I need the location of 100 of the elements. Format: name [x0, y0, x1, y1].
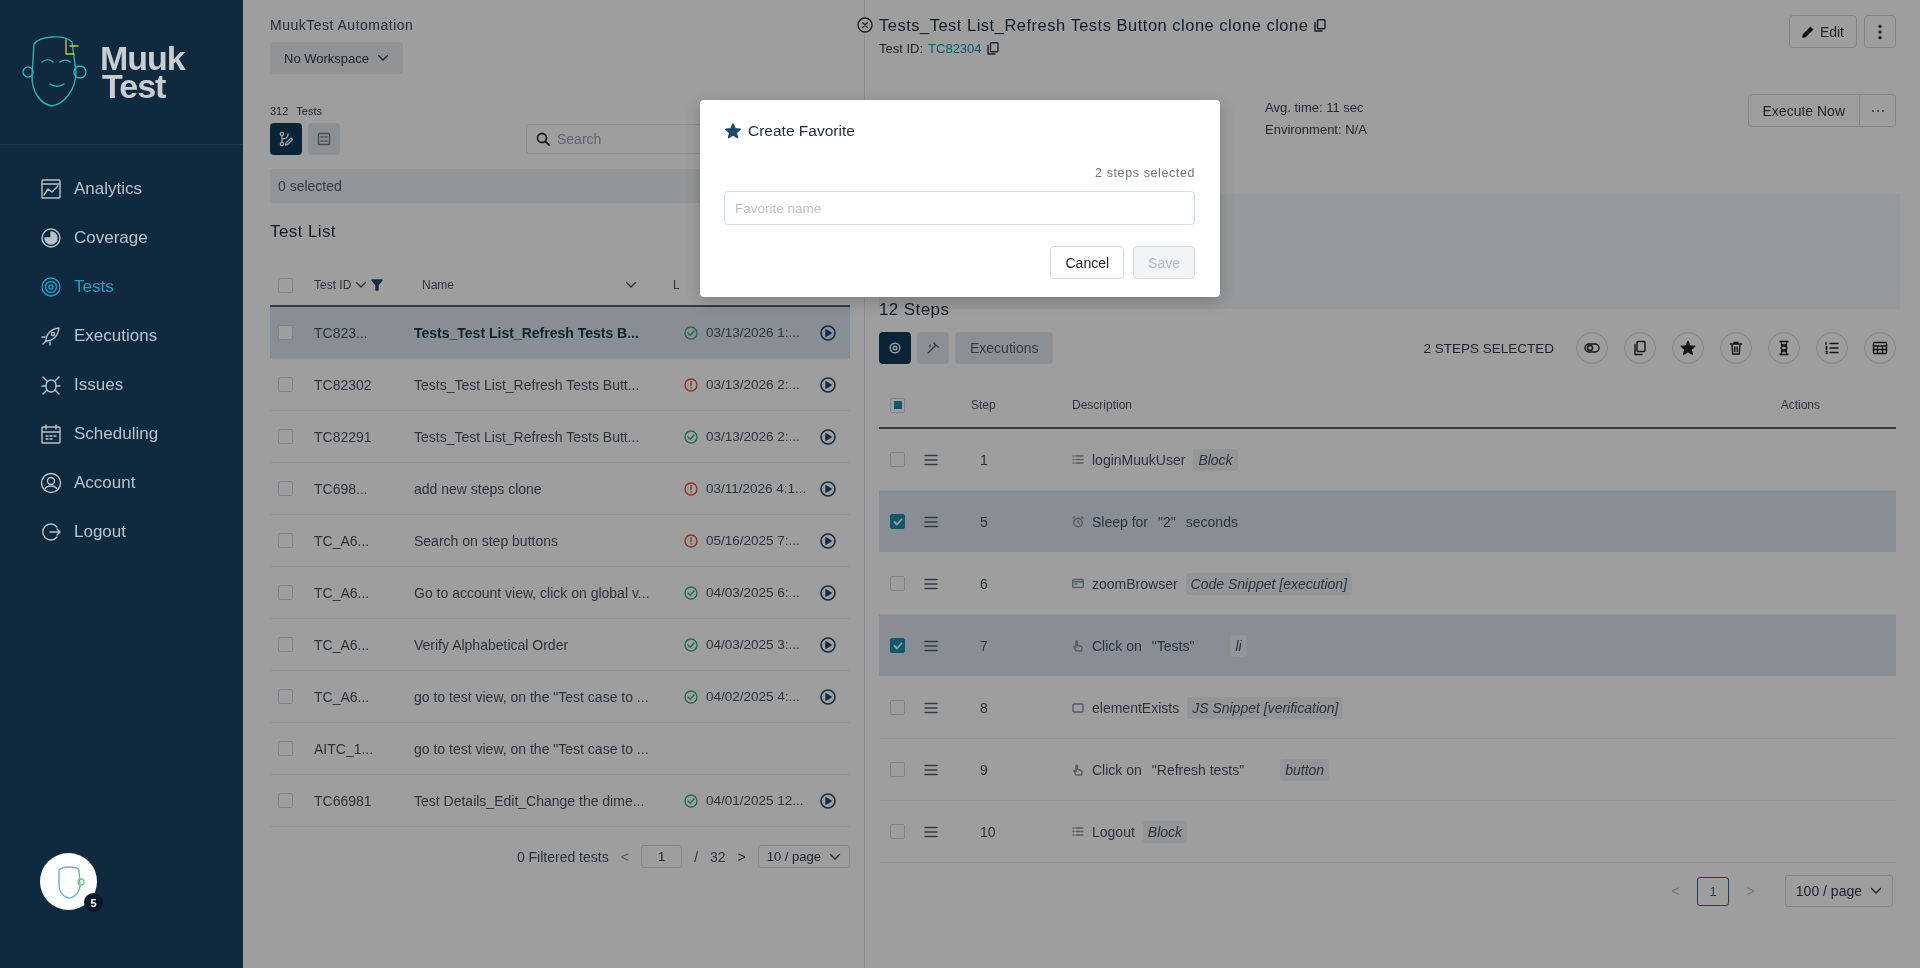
play-icon[interactable]: [820, 480, 836, 497]
pencil-icon: [1801, 25, 1814, 38]
row-checkbox[interactable]: [278, 689, 293, 704]
nav-item[interactable]: Account: [40, 463, 136, 502]
nav-item[interactable]: Scheduling: [40, 414, 159, 453]
row-checkbox[interactable]: [278, 585, 293, 600]
avatar[interactable]: [40, 853, 97, 910]
star-button[interactable]: [1672, 332, 1704, 364]
step-checkbox[interactable]: [890, 514, 905, 529]
test-id-link[interactable]: TC82304: [928, 41, 982, 56]
row-checkbox[interactable]: [278, 741, 293, 756]
drag-handle-icon[interactable]: [924, 515, 938, 528]
play-icon[interactable]: [820, 584, 836, 601]
table-row[interactable]: TC_A6... Verify Alphabetical Order 04/03/2025 3:...: [270, 619, 850, 671]
numbered-list-icon: [1824, 340, 1840, 356]
close-circle-icon[interactable]: [857, 17, 873, 33]
drag-handle-icon[interactable]: [924, 701, 938, 714]
test-id-cell: TC66981: [314, 792, 372, 809]
copy-button[interactable]: [1624, 332, 1656, 364]
date-cell: 04/03/2025 6:...: [706, 585, 800, 600]
drag-handle-icon[interactable]: [924, 577, 938, 590]
test-name-cell: Verify Alphabetical Order: [414, 636, 569, 653]
page-size-dropdown[interactable]: 100 / page: [1784, 875, 1893, 907]
trash-button[interactable]: [1720, 332, 1752, 364]
table-row[interactable]: TC823... Tests_Test List_Refresh Tests B... 03/13/2026 1:...: [270, 307, 850, 359]
table-row[interactable]: TC_A6... go to test view, on the "Test case to ... 04/02/2025 4:...: [270, 671, 850, 723]
search-icon: [536, 132, 550, 146]
play-icon[interactable]: [820, 428, 836, 445]
filter-icon[interactable]: [371, 279, 384, 291]
play-icon[interactable]: [820, 324, 836, 341]
row-checkbox[interactable]: [278, 481, 293, 496]
row-checkbox[interactable]: [278, 325, 293, 340]
workspace-dropdown[interactable]: No Workspace: [270, 42, 403, 74]
nav-item[interactable]: Logout: [40, 512, 126, 551]
executions-tab[interactable]: Executions: [955, 332, 1054, 364]
next-page-button[interactable]: >: [737, 848, 746, 865]
kebab-icon: [1878, 23, 1882, 40]
nav-item[interactable]: Executions: [40, 316, 158, 355]
table-row[interactable]: TC82302 Tests_Test List_Refresh Tests Butt... 03/13/2026 2:...: [270, 359, 850, 411]
table-row[interactable]: TC66981 Test Details_Edit_Change the dime... 04/01/2025 12...: [270, 775, 850, 827]
select-all-checkbox[interactable]: [890, 397, 905, 413]
table-button[interactable]: [1864, 332, 1896, 364]
previous-page-button[interactable]: <: [620, 848, 629, 865]
page-button[interactable]: 1: [1697, 876, 1729, 906]
step-action: Logout: [1092, 823, 1135, 840]
test-id-cell: TC82291: [314, 428, 372, 445]
column-header: Name: [422, 278, 454, 292]
column-header: Test ID: [314, 278, 352, 292]
select-all-checkbox[interactable]: [278, 277, 293, 293]
copy-icon[interactable]: [986, 42, 999, 55]
row-checkbox[interactable]: [278, 793, 293, 808]
view-toggle[interactable]: [270, 123, 302, 155]
execute-now-button[interactable]: Execute Now: [1747, 94, 1860, 127]
selection-count: 0 selected: [278, 178, 342, 194]
trash-icon: [1728, 340, 1744, 356]
drag-handle-icon[interactable]: [924, 639, 938, 652]
date-cell: 04/03/2025 3:...: [706, 637, 800, 652]
table-row[interactable]: TC_A6... Go to account view, click on global v... 04/03/2025 6:...: [270, 567, 850, 619]
flow-edit-icon: [278, 131, 294, 147]
play-icon[interactable]: [820, 792, 836, 809]
table-row[interactable]: TC_A6... Search on step buttons 05/16/2025 7:...: [270, 515, 850, 567]
nav-item[interactable]: Issues: [40, 365, 124, 404]
edit-button[interactable]: Edit: [1788, 15, 1857, 48]
play-icon[interactable]: [820, 688, 836, 705]
notification-badge: 5: [84, 893, 103, 912]
play-icon[interactable]: [820, 376, 836, 393]
drag-handle-icon[interactable]: [924, 453, 938, 466]
page-input[interactable]: 1: [640, 845, 683, 868]
view-tab[interactable]: [879, 332, 911, 364]
view-toggle[interactable]: [308, 123, 340, 155]
play-icon[interactable]: [820, 532, 836, 549]
nav-item[interactable]: Analytics: [40, 169, 143, 208]
copy-icon[interactable]: [1314, 19, 1327, 32]
more-options-button[interactable]: [1864, 15, 1896, 48]
cancel-button[interactable]: Cancel: [1050, 246, 1125, 279]
test-id-cell: TC_A6...: [314, 636, 370, 653]
favorite-name-field[interactable]: Favorite name: [724, 191, 1195, 225]
step-number: 10: [980, 823, 996, 840]
hourglass-button[interactable]: [1768, 332, 1800, 364]
play-icon[interactable]: [820, 636, 836, 653]
nav-item[interactable]: Coverage: [40, 218, 148, 257]
row-checkbox[interactable]: [278, 377, 293, 392]
row-checkbox[interactable]: [278, 533, 293, 548]
drag-handle-icon[interactable]: [924, 763, 938, 776]
table-row[interactable]: TC82291 Tests_Test List_Refresh Tests Butt... 03/13/2026 2:...: [270, 411, 850, 463]
table-row[interactable]: AITC_1... go to test view, on the "Test case to ...: [270, 723, 850, 775]
row-checkbox[interactable]: [278, 429, 293, 444]
step-checkbox[interactable]: [890, 638, 905, 653]
test-id-cell: TC82302: [314, 376, 372, 393]
step-action: zoomBrowser: [1092, 575, 1178, 592]
page-size-dropdown[interactable]: 10 / page: [757, 845, 850, 868]
step-type-tag: JS Snippet [verification]: [1187, 696, 1344, 719]
numbered-list-button[interactable]: [1816, 332, 1848, 364]
steps-title: 12 Steps: [879, 300, 951, 320]
table-row[interactable]: TC698... add new steps clone 03/11/2026 4:1...: [270, 463, 850, 515]
toggle-button[interactable]: [1576, 332, 1608, 364]
nav-item[interactable]: Tests: [40, 267, 114, 306]
row-checkbox[interactable]: [278, 637, 293, 652]
date-cell: 03/11/2026 4:1...: [706, 481, 807, 496]
drag-handle-icon[interactable]: [924, 825, 938, 838]
